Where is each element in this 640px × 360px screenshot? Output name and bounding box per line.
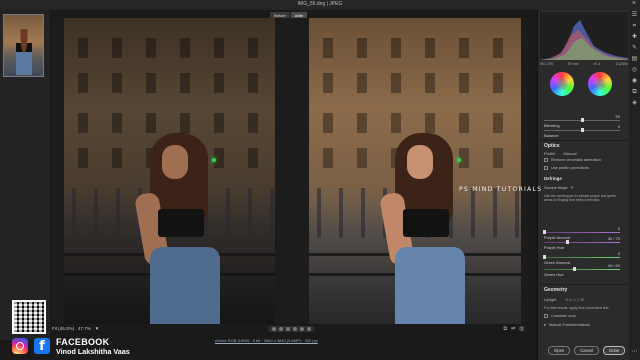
swap-icon[interactable]: ⇄ <box>511 326 515 332</box>
filmstrip-thumbnail[interactable] <box>3 14 44 77</box>
open-button[interactable]: Open <box>548 346 571 355</box>
file-info-link[interactable]: Adobe RGB (1998) · 8 bit · 2560 x 3840 (… <box>215 338 318 343</box>
adjustment-panel: ISO 200 50 mm f/1.4 1/1250s Blending 50 … <box>537 10 629 360</box>
color-grading-wheel-highlights[interactable] <box>588 72 612 96</box>
exif-row: ISO 200 50 mm f/1.4 1/1250s <box>540 62 628 66</box>
remove-ca-checkbox[interactable]: Remove chromatic aberration <box>540 156 628 164</box>
brush-icon[interactable]: ✎ <box>629 43 640 54</box>
tab-manual[interactable]: Manual <box>563 151 576 156</box>
exif-shutter: 1/1250s <box>615 62 628 66</box>
preview-canvas <box>52 18 530 324</box>
sample-fringe-tool[interactable]: Sample fringe ✎ <box>540 183 628 192</box>
color-grading-wheel-shadows[interactable] <box>550 72 574 96</box>
title-bar: IMG_55.dng | JPEG × <box>0 0 640 10</box>
cancel-button[interactable]: Cancel <box>574 346 600 355</box>
tab-profile[interactable]: Profile <box>544 151 555 156</box>
upright-row[interactable]: Upright ⊘ A ▭ ▯ ⊞ <box>540 295 628 304</box>
exif-iso: ISO 200 <box>540 62 554 66</box>
green-hue-slider[interactable]: Green Hue 40 / 60 <box>544 263 620 281</box>
heal-icon[interactable]: ✚ <box>629 32 640 43</box>
histogram <box>540 12 628 60</box>
close-icon[interactable]: × <box>632 0 636 7</box>
defringe-note: Use the eyedropper to sample purple and … <box>544 194 617 203</box>
more-icon[interactable]: ⋯ <box>629 347 640 358</box>
tool-rail: ☰ ⌗ ✚ ✎ ▤ ◎ ◉ ⧉ ◈ ⋯ <box>629 10 640 360</box>
view-icons: ⧉ ⇄ ▥ <box>503 326 524 332</box>
eyedropper-icon[interactable]: ✎ <box>570 185 573 190</box>
snapshots-icon[interactable]: ⧉ <box>629 87 640 98</box>
profile-corrections-checkbox[interactable]: Use profile corrections <box>540 164 628 172</box>
social-name: Vinod Lakshitha Vaas <box>56 347 130 356</box>
defringe-header: Defringe <box>544 176 562 181</box>
watermark-text: PS MIND TUTORIALS <box>459 186 543 193</box>
geometry-note: For best results, apply lens corrections… <box>544 306 610 310</box>
presets-icon[interactable]: ◈ <box>629 98 640 109</box>
facebook-icon: f <box>34 338 50 354</box>
qr-code <box>12 300 46 334</box>
rating-dots[interactable] <box>268 326 315 332</box>
layout-icon[interactable]: ▥ <box>519 326 524 332</box>
geometry-section: Geometry Upright ⊘ A ▭ ▯ ⊞ For best resul… <box>540 284 628 329</box>
edit-icon[interactable]: ☰ <box>629 10 640 21</box>
instagram-icon <box>12 338 28 354</box>
done-button[interactable]: Done <box>603 346 626 355</box>
after-image <box>309 18 521 324</box>
filmstrip <box>0 10 50 340</box>
optics-section: Optics Profile Manual Remove chromatic a… <box>540 140 628 205</box>
compare-icon[interactable]: ⧉ <box>503 326 507 332</box>
exif-focal: 50 mm <box>567 62 579 66</box>
crop-icon[interactable]: ⌗ <box>629 21 640 32</box>
optics-header[interactable]: Optics <box>540 141 628 151</box>
social-platform: FACEBOOK <box>56 337 110 347</box>
constrain-crop-checkbox[interactable]: Constrain crop <box>540 312 628 320</box>
geometry-header[interactable]: Geometry <box>540 285 628 295</box>
social-overlay: f FACEBOOK Vinod Lakshitha Vaas <box>0 300 220 360</box>
action-buttons: Open Cancel Done <box>548 346 626 355</box>
redeye-icon[interactable]: ◉ <box>629 76 640 87</box>
gradient-icon[interactable]: ▤ <box>629 54 640 65</box>
radial-icon[interactable]: ◎ <box>629 65 640 76</box>
manual-transformations-toggle[interactable]: ▸ Manual Transformations <box>540 320 628 329</box>
window-title: IMG_55.dng | JPEG <box>297 1 343 7</box>
exif-aperture: f/1.4 <box>593 62 601 66</box>
before-image <box>64 18 275 324</box>
